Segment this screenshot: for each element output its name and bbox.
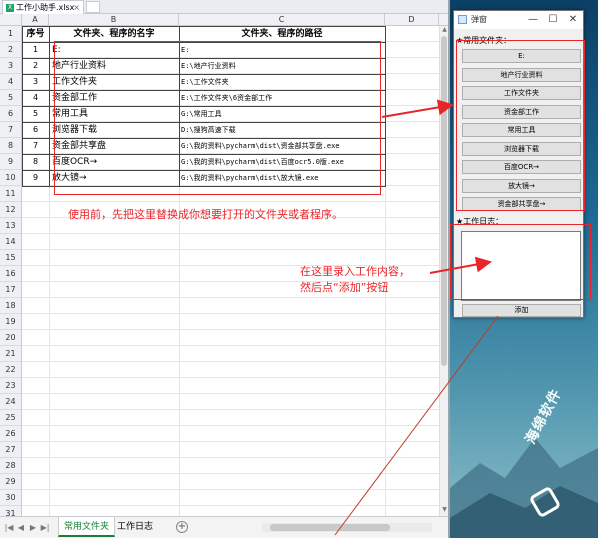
row-header[interactable]: 4 — [0, 74, 22, 90]
row-header[interactable]: 3 — [0, 58, 22, 74]
close-icon[interactable]: × — [73, 1, 80, 14]
row-header[interactable]: 23 — [0, 378, 22, 394]
row-header[interactable]: 30 — [0, 490, 22, 506]
row-header[interactable]: 9 — [0, 154, 22, 170]
next-sheet-icon[interactable]: ▶ — [28, 522, 38, 534]
row-header[interactable]: 2 — [0, 42, 22, 58]
row-header[interactable]: 12 — [0, 202, 22, 218]
horizontal-scroll-thumb[interactable] — [270, 524, 390, 531]
row-header[interactable]: 20 — [0, 330, 22, 346]
scroll-down-icon[interactable]: ▼ — [441, 506, 448, 514]
sheet-tab-folders[interactable]: 常用文件夹 — [58, 517, 116, 537]
row-header[interactable]: 26 — [0, 426, 22, 442]
row-header[interactable]: 13 — [0, 218, 22, 234]
annotation-box-table — [54, 41, 381, 195]
maximize-icon[interactable]: ☐ — [543, 11, 563, 29]
first-sheet-icon[interactable]: |◀ — [4, 522, 14, 534]
app-icon — [458, 15, 467, 24]
row-header[interactable]: 8 — [0, 138, 22, 154]
minimize-icon[interactable]: — — [523, 11, 543, 29]
last-sheet-icon[interactable]: ▶| — [40, 522, 50, 534]
annotation-box-buttons — [456, 40, 585, 211]
select-all-corner[interactable] — [0, 14, 22, 26]
horizontal-scrollbar[interactable] — [262, 523, 432, 532]
row-header[interactable]: 14 — [0, 234, 22, 250]
file-tab[interactable]: X 工作小助手.xlsx × — [2, 0, 84, 14]
row-header[interactable]: 11 — [0, 186, 22, 202]
annotation-note: 使用前，先把这里替换成你想要打开的文件夹或者程序。 — [68, 208, 343, 221]
scroll-thumb[interactable] — [441, 36, 447, 366]
row-header[interactable]: 15 — [0, 250, 22, 266]
row-header[interactable]: 24 — [0, 394, 22, 410]
column-header-d[interactable]: D — [385, 14, 439, 26]
row-header[interactable]: 1 — [0, 26, 22, 42]
sheet-tab-log[interactable]: 工作日志 — [112, 517, 158, 537]
row-header[interactable]: 18 — [0, 298, 22, 314]
column-header-bar: A B C D — [0, 14, 448, 26]
row-header[interactable]: 27 — [0, 442, 22, 458]
close-window-icon[interactable]: ✕ — [563, 11, 583, 29]
new-tab-button[interactable] — [86, 1, 100, 13]
excel-file-icon: X — [6, 3, 14, 12]
column-header-a[interactable]: A — [22, 14, 49, 26]
row-header[interactable]: 16 — [0, 266, 22, 282]
annotation-box-log — [450, 224, 591, 300]
column-header-c[interactable]: C — [179, 14, 385, 26]
scroll-up-icon[interactable]: ▲ — [441, 26, 448, 34]
document-tab-bar: X 工作小助手.xlsx × — [0, 0, 448, 14]
sheet-tab-bar: |◀ ◀ ▶ ▶| 常用文件夹 工作日志 + — [0, 516, 448, 538]
row-header[interactable]: 28 — [0, 458, 22, 474]
row-header[interactable]: 22 — [0, 362, 22, 378]
vertical-scrollbar[interactable]: ▲ ▼ — [439, 26, 448, 516]
row-header[interactable]: 29 — [0, 474, 22, 490]
add-button[interactable]: 添加 — [462, 304, 581, 317]
row-header[interactable]: 7 — [0, 122, 22, 138]
window-title: 弹窗 — [471, 15, 487, 24]
row-header[interactable]: 19 — [0, 314, 22, 330]
row-header[interactable]: 25 — [0, 410, 22, 426]
title-bar[interactable]: 弹窗 — ☐ ✕ — [454, 11, 583, 29]
row-header[interactable]: 17 — [0, 282, 22, 298]
file-tab-label: 工作小助手.xlsx — [16, 3, 75, 12]
mountain-background — [450, 438, 598, 538]
row-header[interactable]: 5 — [0, 90, 22, 106]
add-sheet-icon[interactable]: + — [176, 521, 188, 533]
row-header[interactable]: 21 — [0, 346, 22, 362]
annotation-log-note: 在这里录入工作内容， 然后点“添加”按钮 — [300, 265, 410, 294]
prev-sheet-icon[interactable]: ◀ — [16, 522, 26, 534]
row-header[interactable]: 6 — [0, 106, 22, 122]
column-header-b[interactable]: B — [49, 14, 179, 26]
row-header[interactable]: 10 — [0, 170, 22, 186]
